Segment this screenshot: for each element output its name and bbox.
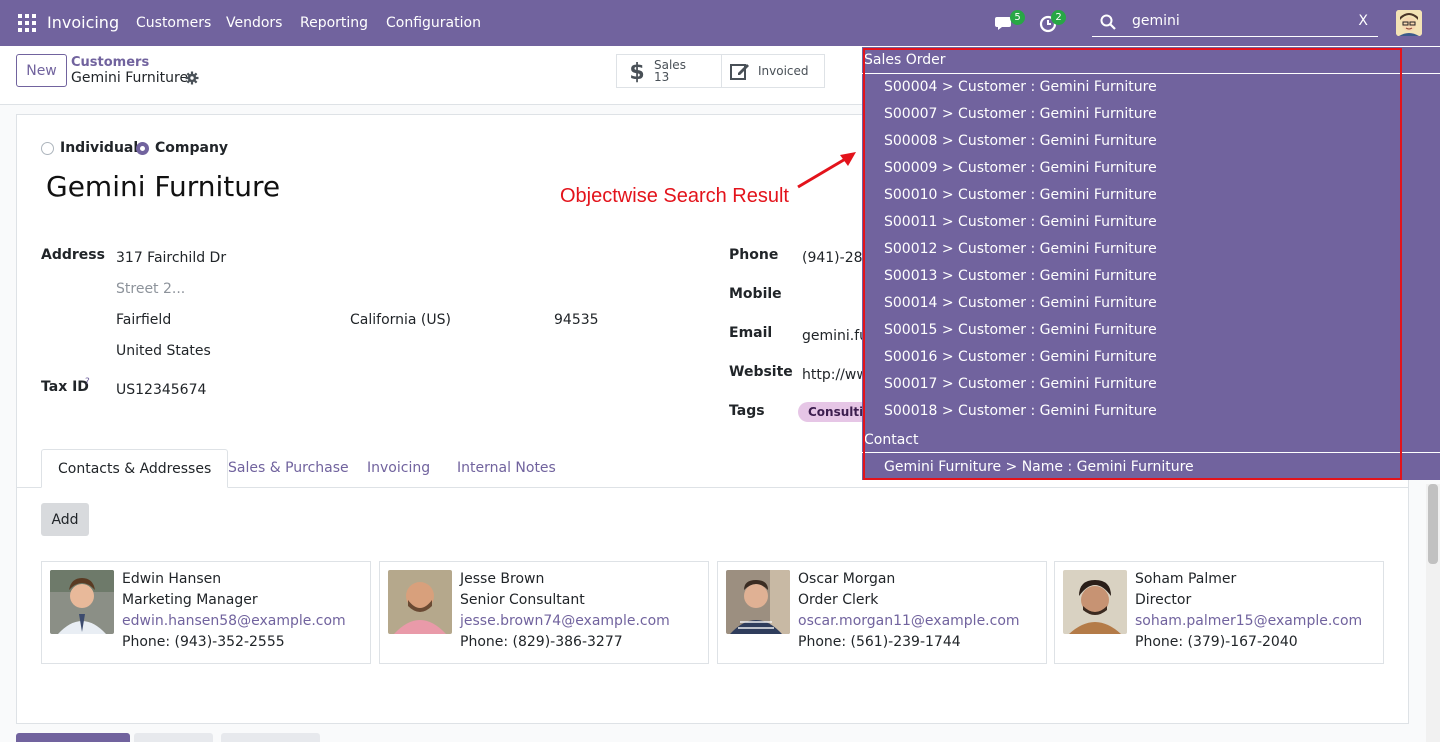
radio-company-dot[interactable]: [136, 141, 149, 155]
tab-sales-purchase[interactable]: Sales & Purchase: [228, 449, 349, 488]
menu-customers[interactable]: Customers: [136, 15, 211, 31]
phone-label: Phone: [729, 247, 779, 263]
contact-name: Oscar Morgan: [798, 571, 896, 587]
website-label: Website: [729, 364, 793, 380]
messages-badge: 5: [1010, 10, 1025, 25]
tab-internal-notes[interactable]: Internal Notes: [457, 449, 556, 488]
contact-photo: [388, 570, 452, 634]
street-field[interactable]: 317 Fairchild Dr: [116, 250, 226, 266]
menu-reporting[interactable]: Reporting: [300, 15, 368, 31]
radio-company-label: Company: [155, 140, 229, 156]
contact-card[interactable]: Oscar Morgan Order Clerk oscar.morgan11@…: [717, 561, 1047, 664]
sales-smart-button[interactable]: $ Sales 13: [617, 55, 721, 87]
page-scrollbar[interactable]: [1426, 484, 1440, 742]
tax-id-field[interactable]: US12345674: [116, 382, 206, 398]
contact-phone: Phone: (561)-239-1744: [798, 634, 961, 650]
tab-contacts-addresses[interactable]: Contacts & Addresses: [41, 449, 229, 488]
gear-icon[interactable]: [185, 71, 199, 85]
user-avatar[interactable]: [1396, 10, 1422, 36]
city-field[interactable]: Fairfield: [116, 312, 171, 328]
invoiced-stat-label: Invoiced: [758, 64, 809, 78]
search-input[interactable]: [1132, 11, 1342, 31]
website-field[interactable]: http://ww: [802, 367, 868, 383]
contact-name: Soham Palmer: [1135, 571, 1237, 587]
state-field[interactable]: California (US): [350, 312, 451, 328]
country-field[interactable]: United States: [116, 343, 211, 359]
edit-icon: [730, 64, 749, 80]
contact-phone: Phone: (379)-167-2040: [1135, 634, 1298, 650]
invoiced-smart-button[interactable]: Invoiced: [721, 55, 824, 87]
sales-stat-value: 13: [654, 70, 670, 84]
global-search[interactable]: X: [1092, 8, 1378, 37]
radio-individual-dot[interactable]: [41, 141, 54, 155]
radio-company[interactable]: Company: [136, 140, 228, 156]
new-button[interactable]: New: [16, 54, 67, 87]
contact-photo: [1063, 570, 1127, 634]
annotation-label: Objectwise Search Result: [560, 185, 789, 207]
contact-role: Order Clerk: [798, 592, 879, 608]
scrollbar-thumb[interactable]: [1428, 484, 1438, 564]
contact-phone: Phone: (943)-352-2555: [122, 634, 285, 650]
contact-email[interactable]: oscar.morgan11@example.com: [798, 613, 1020, 629]
record-title: Gemini Furniture: [71, 70, 189, 86]
dollar-icon: $: [630, 60, 644, 83]
email-label: Email: [729, 325, 773, 341]
radio-individual-label: Individual: [60, 140, 139, 156]
svg-text:$: $: [630, 60, 644, 83]
mobile-label: Mobile: [729, 286, 782, 302]
chatter-activities-button[interactable]: [221, 733, 320, 742]
add-contact-button[interactable]: Add: [41, 503, 89, 536]
contact-role: Senior Consultant: [460, 592, 585, 608]
email-field[interactable]: gemini.fu: [802, 328, 868, 344]
activities-badge: 2: [1051, 10, 1066, 25]
street2-field[interactable]: Street 2...: [116, 281, 185, 297]
tax-help-icon[interactable]: ?: [85, 377, 90, 387]
tags-label: Tags: [729, 403, 765, 419]
contact-phone: Phone: (829)-386-3277: [460, 634, 623, 650]
partner-name[interactable]: Gemini Furniture: [46, 170, 280, 203]
annotation-arrow-icon: [797, 152, 856, 189]
menu-configuration[interactable]: Configuration: [386, 15, 481, 31]
phone-field[interactable]: (941)-284: [802, 250, 871, 266]
tab-invoicing[interactable]: Invoicing: [367, 449, 430, 488]
chatter-send-message-button[interactable]: [16, 733, 130, 742]
contact-name: Edwin Hansen: [122, 571, 222, 587]
user-avatar-image: [1396, 10, 1422, 36]
contact-name: Jesse Brown: [460, 571, 545, 587]
contact-email[interactable]: jesse.brown74@example.com: [460, 613, 670, 629]
contact-role: Marketing Manager: [122, 592, 258, 608]
tax-id-label: Tax ID: [41, 379, 89, 395]
address-label: Address: [41, 247, 105, 263]
top-navbar: Invoicing Customers Vendors Reporting Co…: [0, 0, 1440, 46]
contact-email[interactable]: edwin.hansen58@example.com: [122, 613, 346, 629]
radio-individual[interactable]: Individual: [41, 140, 138, 156]
search-clear-button[interactable]: X: [1358, 13, 1368, 29]
app-name[interactable]: Invoicing: [47, 13, 119, 32]
contact-email[interactable]: soham.palmer15@example.com: [1135, 613, 1362, 629]
contact-card[interactable]: Jesse Brown Senior Consultant jesse.brow…: [379, 561, 709, 664]
smart-buttons: $ Sales 13 Invoiced: [616, 54, 825, 88]
contact-card[interactable]: Edwin Hansen Marketing Manager edwin.han…: [41, 561, 371, 664]
contact-role: Director: [1135, 592, 1192, 608]
menu-vendors[interactable]: Vendors: [226, 15, 282, 31]
chatter-log-note-button[interactable]: [134, 733, 213, 742]
apps-grid-icon[interactable]: [18, 14, 36, 32]
contact-photo: [50, 570, 114, 634]
breadcrumb-customers[interactable]: Customers: [71, 55, 149, 70]
zip-field[interactable]: 94535: [554, 312, 599, 328]
contact-card[interactable]: Soham Palmer Director soham.palmer15@exa…: [1054, 561, 1384, 664]
search-icon: [1100, 14, 1116, 30]
contact-photo: [726, 570, 790, 634]
annotation-highlight-box: [863, 48, 1402, 480]
